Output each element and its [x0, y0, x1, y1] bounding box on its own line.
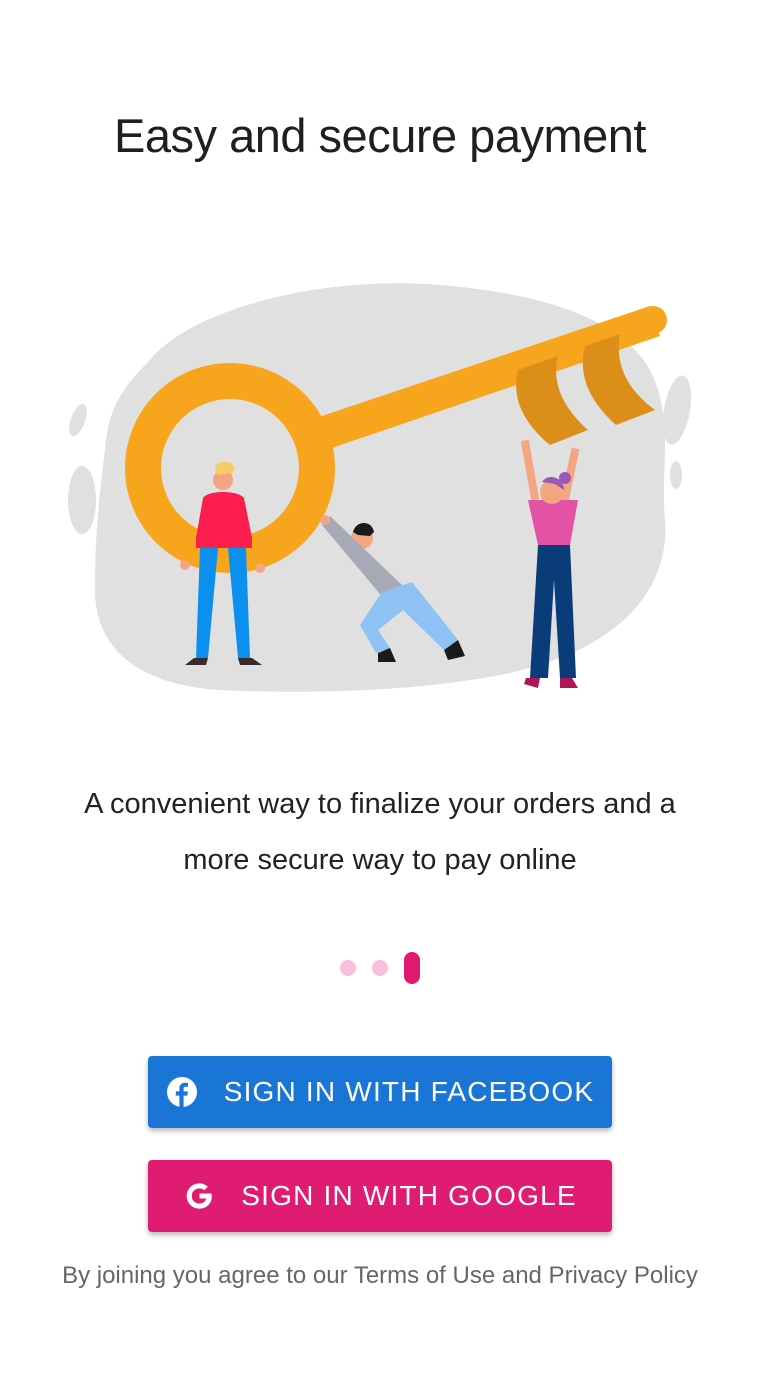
description-line-2: more secure way to pay online [183, 844, 577, 876]
payment-illustration [60, 270, 700, 710]
page-dot-1[interactable] [340, 960, 356, 976]
sign-in-google-button[interactable]: SIGN IN WITH GOOGLE [148, 1160, 612, 1232]
sign-in-facebook-label: SIGN IN WITH FACEBOOK [223, 1076, 595, 1107]
sign-in-facebook-button[interactable]: SIGN IN WITH FACEBOOK [148, 1056, 612, 1128]
page-title: Easy and secure payment [114, 109, 646, 162]
facebook-icon [166, 1076, 198, 1108]
description-line-1: A convenient way to finalize your orders… [84, 788, 676, 820]
terms-text[interactable]: By joining you agree to our Terms of Use… [0, 1262, 760, 1290]
page-dot-3-active[interactable] [404, 952, 420, 984]
sign-in-google-label: SIGN IN WITH GOOGLE [241, 1180, 577, 1211]
description-text: A convenient way to finalize your orders… [30, 776, 730, 888]
page-indicator [0, 952, 760, 984]
page-dot-2[interactable] [372, 960, 388, 976]
google-icon [183, 1180, 215, 1212]
